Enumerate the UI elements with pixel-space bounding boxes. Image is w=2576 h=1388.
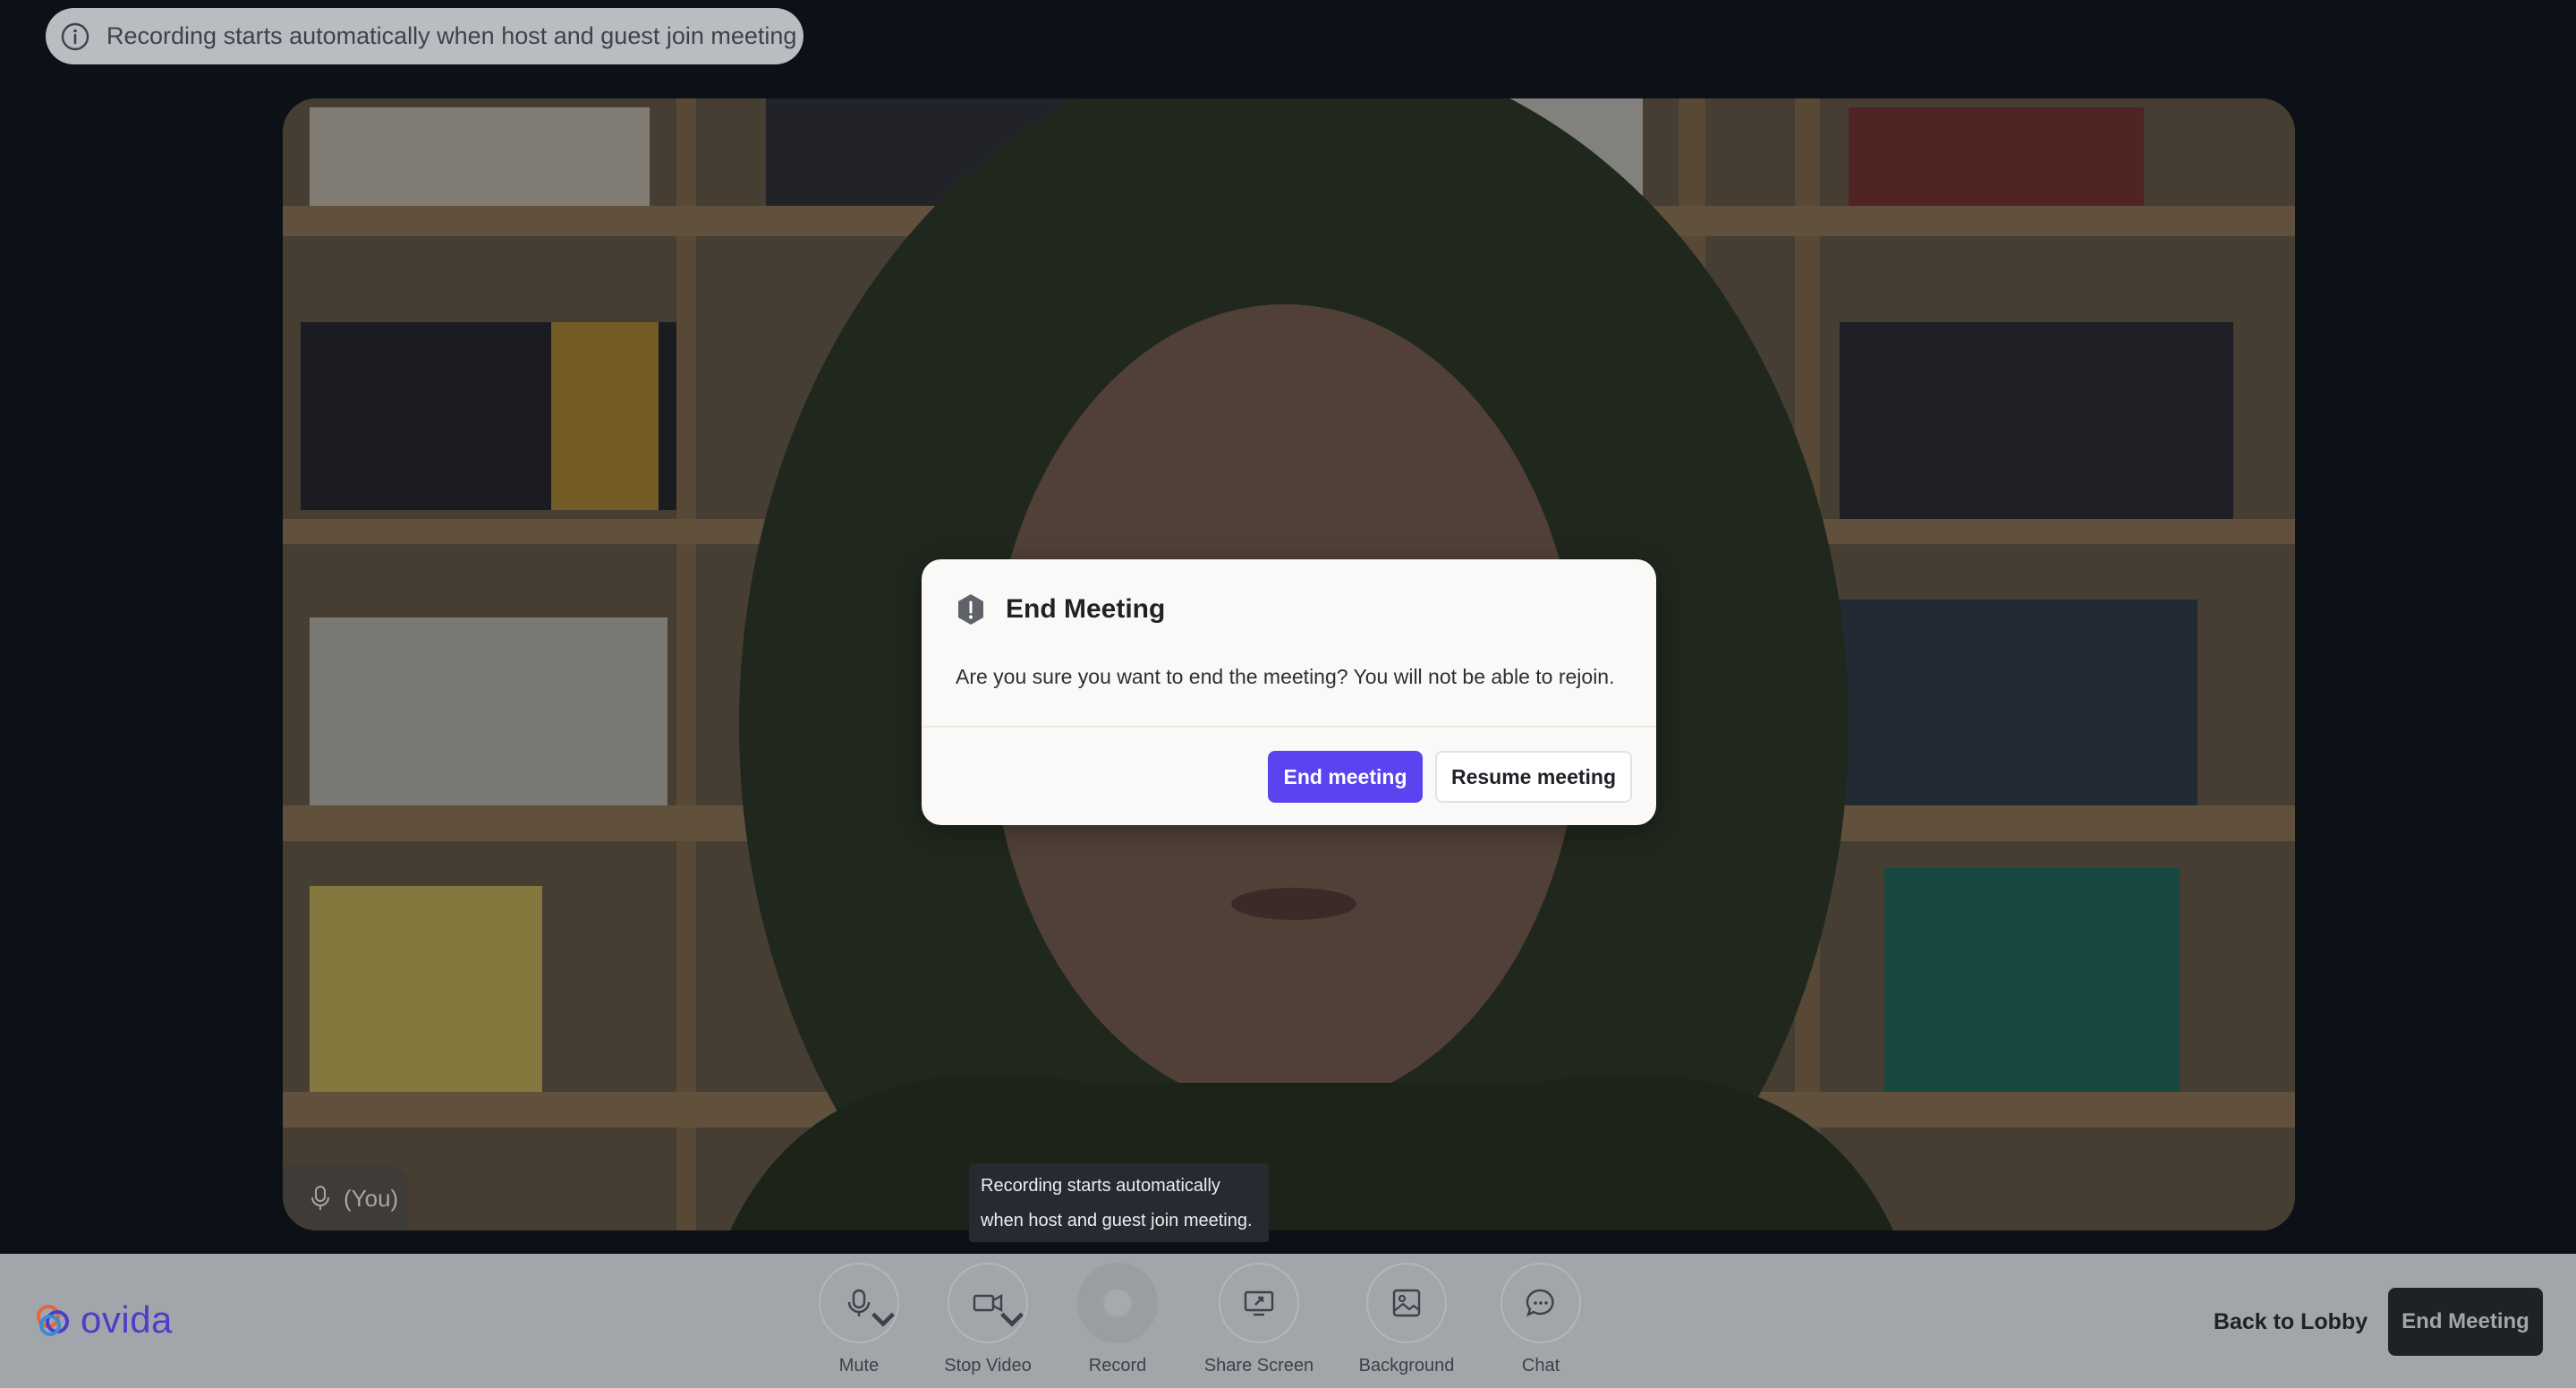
chat-label: Chat [1521,1356,1560,1375]
background-label: Background [1358,1356,1455,1375]
self-label-text: (You) [344,1184,399,1212]
stop-video-button[interactable] [948,1263,1028,1343]
mute-label: Mute [838,1356,880,1375]
record-dot-icon [1102,1288,1133,1318]
microphone-icon [311,1186,329,1210]
end-meeting-button[interactable]: End meeting [1268,751,1423,803]
image-icon [1392,1289,1421,1317]
brand-name: ovida [81,1299,173,1341]
recording-info-banner: Recording starts automatically when host… [46,8,803,64]
mute-control[interactable]: Mute [792,1263,926,1388]
mute-button[interactable] [819,1263,899,1343]
video-control[interactable]: Stop Video [921,1263,1055,1388]
tooltip-line-2: when host and guest join meeting. [981,1211,1253,1230]
share-screen-icon [1244,1290,1274,1316]
recording-info-text: Recording starts automatically when host… [106,22,797,49]
share-screen-button[interactable] [1219,1263,1299,1343]
meeting-screen: Recording starts automatically when host… [0,0,2576,1388]
background-control[interactable]: Background [1339,1263,1474,1388]
tooltip-line-1: Recording starts automatically [981,1176,1220,1196]
record-label: Record [1088,1356,1147,1375]
control-bar: ovida Mute Stop Video Record Share Scree… [0,1254,2576,1388]
end-meeting-bar-button[interactable]: End Meeting [2388,1288,2543,1356]
background-button[interactable] [1366,1263,1447,1343]
share-screen-label: Share Screen [1203,1356,1314,1375]
chat-bubble-icon [1526,1289,1554,1317]
ovida-logo-icon [37,1305,69,1336]
resume-meeting-button[interactable]: Resume meeting [1435,751,1632,803]
warning-shield-icon [958,594,983,625]
chevron-down-icon[interactable] [996,1304,1028,1336]
dialog-message: Are you sure you want to end the meeting… [956,665,1615,688]
chevron-down-icon[interactable] [867,1304,899,1336]
record-control[interactable]: Record [1050,1263,1185,1388]
share-screen-control[interactable]: Share Screen [1192,1263,1326,1388]
info-icon [61,22,89,50]
back-to-lobby-button[interactable]: Back to Lobby [2201,1289,2380,1355]
dialog-divider [922,726,1656,728]
record-button[interactable] [1077,1263,1158,1343]
chat-button[interactable] [1501,1263,1581,1343]
self-name-label: (You) [283,1166,408,1230]
dialog-title: End Meeting [1006,594,1166,624]
dialog-header: End Meeting [956,593,1165,626]
record-tooltip: Recording starts automatically when host… [969,1163,1269,1242]
ovida-logo: ovida [32,1299,173,1341]
chat-control[interactable]: Chat [1474,1263,1608,1388]
end-meeting-dialog: End Meeting Are you sure you want to end… [922,559,1656,825]
stop-video-label: Stop Video [944,1356,1032,1375]
